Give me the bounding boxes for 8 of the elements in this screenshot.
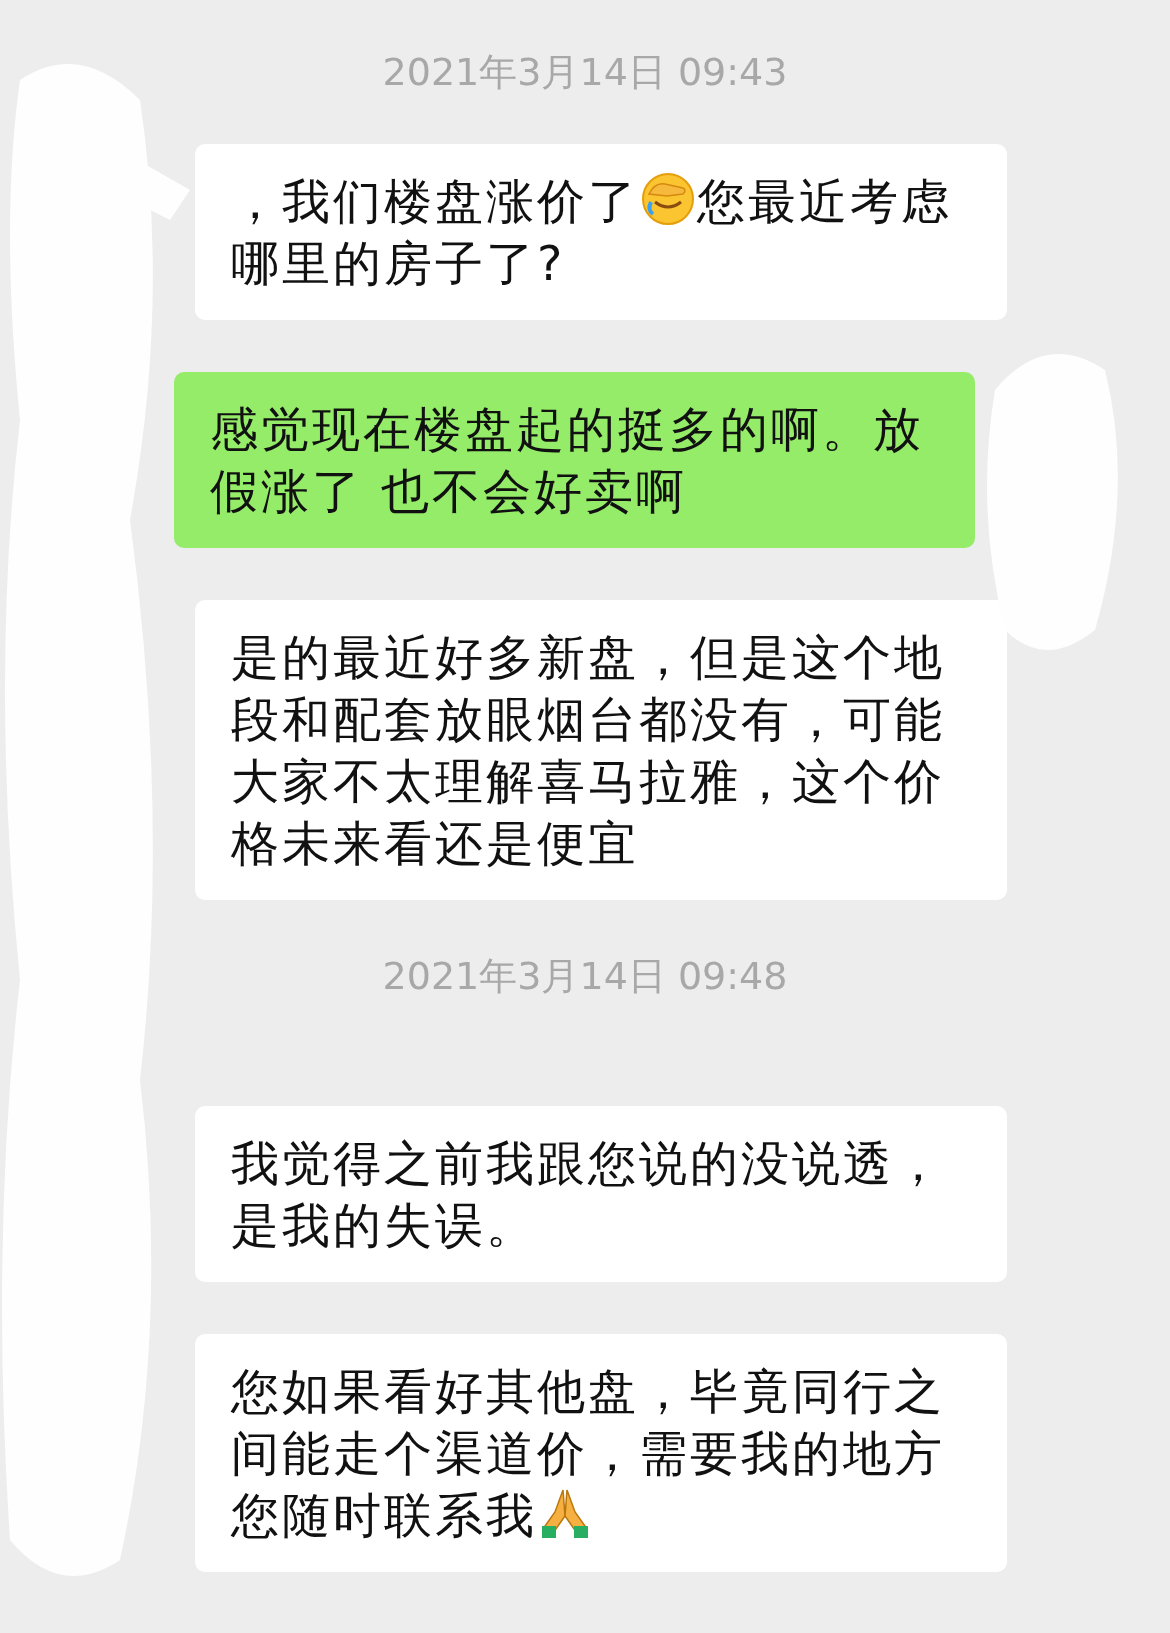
message-text: ，我们楼盘涨价了 您最近考虑哪里的房子了? [231, 171, 953, 293]
timestamp: 2021年3月14日 09:48 [382, 953, 788, 1000]
facepalm-emoji-icon [641, 172, 695, 226]
message-text: 您如果看好其他盘，毕竟同行之间能走个渠道价，需要我的地方您随时联系我 [231, 1362, 946, 1545]
message-text: 我觉得之前我跟您说的没说透，是我的失误。 [231, 1134, 946, 1255]
timestamp: 2021年3月14日 09:43 [382, 49, 788, 96]
message-text: 感觉现在楼盘起的挺多的啊。放假涨了 也不会好卖啊 [210, 400, 925, 521]
message-text: 是的最近好多新盘，但是这个地段和配套放眼烟台都没有，可能大家不太理解喜马拉雅，这个价格未来看还是便宜 [231, 628, 946, 873]
